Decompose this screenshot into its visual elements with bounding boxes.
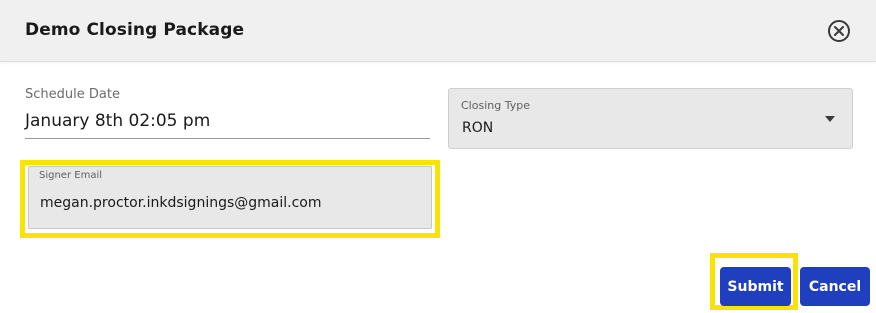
close-button[interactable] bbox=[828, 20, 850, 42]
close-icon bbox=[834, 26, 844, 36]
closing-type-select[interactable]: Closing Type RON bbox=[448, 88, 853, 149]
closing-type-label: Closing Type bbox=[461, 99, 530, 112]
caret-down-icon[interactable] bbox=[825, 116, 835, 122]
schedule-date-value[interactable]: January 8th 02:05 pm bbox=[25, 111, 210, 131]
signer-email-value[interactable]: megan.proctor.inkdsignings@gmail.com bbox=[40, 195, 322, 211]
submit-button[interactable]: Submit bbox=[720, 267, 791, 306]
closing-type-value: RON bbox=[462, 120, 494, 136]
dialog-title: Demo Closing Package bbox=[25, 20, 245, 40]
signer-email-field[interactable]: Signer Email megan.proctor.inkdsignings@… bbox=[28, 166, 432, 229]
schedule-date-field[interactable]: Schedule Date January 8th 02:05 pm bbox=[25, 86, 430, 139]
signer-email-label: Signer Email bbox=[39, 170, 102, 181]
schedule-date-label: Schedule Date bbox=[25, 87, 120, 102]
dialog-header: Demo Closing Package bbox=[0, 0, 876, 62]
closing-package-dialog: Demo Closing Package Schedule Date Janua… bbox=[0, 0, 876, 313]
cancel-button[interactable]: Cancel bbox=[800, 267, 870, 306]
